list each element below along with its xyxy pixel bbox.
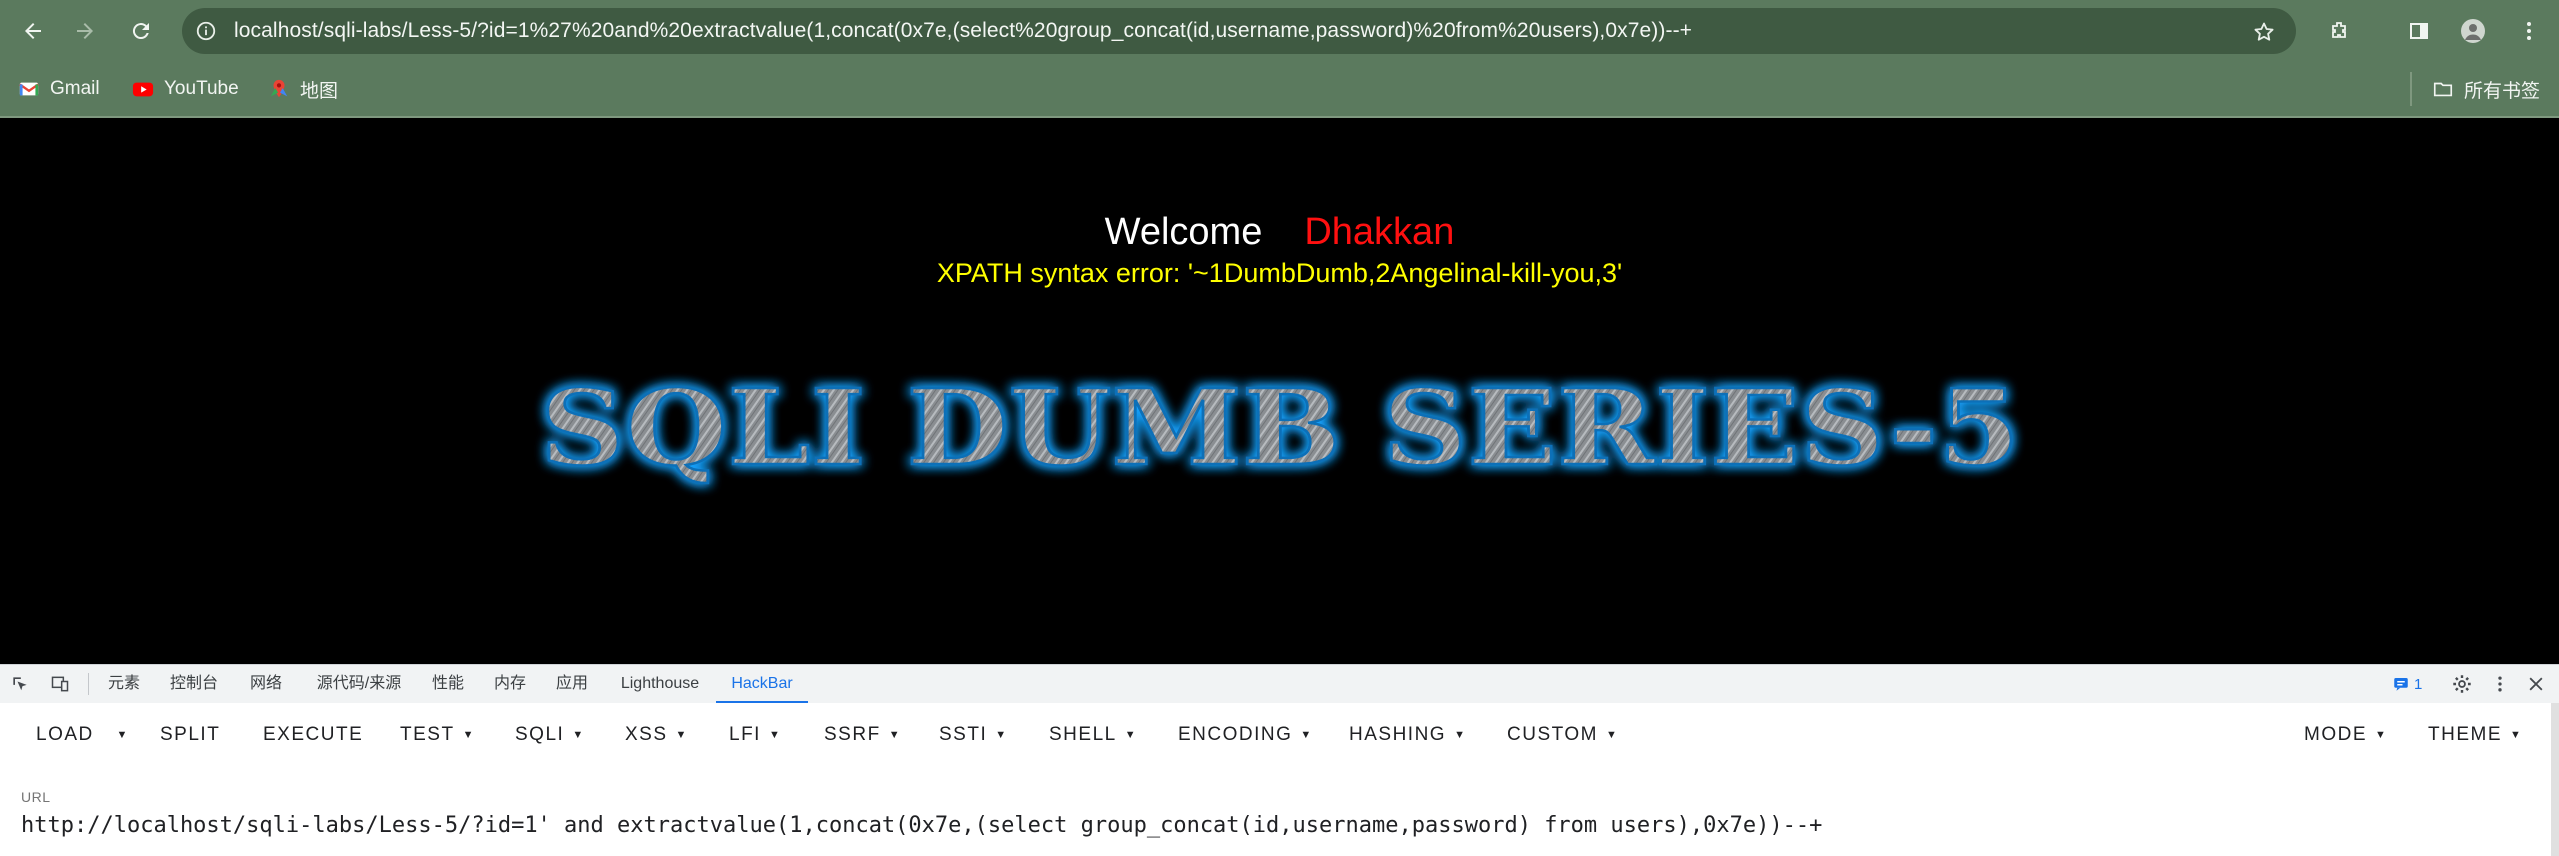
folder-icon: [2432, 78, 2454, 100]
chevron-down-icon: ▼: [2375, 729, 2386, 741]
bookmarks-bar: Gmail YouTube 地图 所有书签: [0, 62, 2559, 118]
chevron-down-icon: ▼: [462, 729, 474, 741]
chevron-down-icon: ▼: [1124, 729, 1136, 741]
devtools-tab-bar: 元素 控制台 网络 源代码/来源 性能 内存 应用 Lighthouse Hac…: [0, 664, 2559, 704]
encoding-menu-button[interactable]: ENCODING ▼: [1178, 717, 1311, 753]
tab-lighthouse[interactable]: Lighthouse: [612, 665, 708, 703]
all-bookmarks-label: 所有书签: [2464, 80, 2541, 102]
issues-icon: [2394, 678, 2408, 691]
close-devtools-icon[interactable]: [2524, 672, 2548, 696]
tab-hackbar[interactable]: HackBar: [716, 665, 808, 703]
reload-icon[interactable]: [120, 10, 162, 52]
hackbar-panel: LOAD ▼ SPLIT EXECUTE TEST ▼ SQLI ▼ XSS ▼ LF…: [0, 703, 2559, 856]
load-button[interactable]: LOAD: [36, 717, 94, 753]
all-bookmarks-button[interactable]: 所有书签: [2432, 74, 2540, 104]
tab-application[interactable]: 应用: [548, 665, 596, 703]
device-toolbar-icon[interactable]: [48, 672, 72, 696]
youtube-icon: [132, 78, 154, 100]
ssrf-menu-button[interactable]: SSRF ▼: [824, 717, 900, 753]
inspect-element-icon[interactable]: [8, 672, 32, 696]
split-button[interactable]: SPLIT: [160, 717, 220, 753]
back-icon[interactable]: [12, 10, 54, 52]
address-bar[interactable]: localhost/sqli-labs/Less-5/?id=1%27%20an…: [182, 8, 2296, 54]
chevron-down-icon: ▼: [1605, 729, 1617, 741]
encoding-label: ENCODING: [1178, 724, 1293, 745]
bookmark-label: YouTube: [164, 78, 239, 99]
xpath-error-message: XPATH syntax error: '~1DumbDumb,2Angelin…: [936, 258, 1623, 288]
chevron-down-icon: ▼: [995, 729, 1007, 741]
chevron-down-icon: ▼: [768, 729, 780, 741]
welcome-line: Welcome Dhakkan: [0, 210, 2559, 254]
welcome-name: Dhakkan: [1304, 211, 1455, 253]
sqli-label: SQLI: [515, 724, 565, 745]
tab-console[interactable]: 控制台: [162, 665, 226, 703]
side-panel-icon[interactable]: [2398, 10, 2440, 52]
shell-menu-button[interactable]: SHELL ▼: [1049, 717, 1136, 753]
devtools-menu-icon[interactable]: [2488, 672, 2512, 696]
maps-icon: [268, 78, 290, 100]
browser-menu-icon[interactable]: [2508, 10, 2550, 52]
custom-label: CUSTOM: [1507, 724, 1598, 745]
hackbar-scrollbar[interactable]: [2551, 703, 2559, 856]
bookmark-star-icon[interactable]: [2250, 18, 2278, 46]
theme-menu-button[interactable]: THEME ▼: [2428, 717, 2521, 753]
ssrf-label: SSRF: [824, 724, 881, 745]
ssti-menu-button[interactable]: SSTI ▼: [939, 717, 1006, 753]
tab-network[interactable]: 网络: [238, 665, 294, 703]
issues-count: 1: [2414, 675, 2423, 693]
series-title-text: SQLI DUMB SERIES-5: [540, 366, 2020, 489]
issues-badge[interactable]: 1: [2392, 673, 2422, 695]
profile-avatar[interactable]: [2452, 10, 2494, 52]
settings-gear-icon[interactable]: [2450, 672, 2474, 696]
mode-menu-button[interactable]: MODE ▼: [2304, 717, 2386, 753]
test-menu-button[interactable]: TEST ▼: [400, 717, 473, 753]
lfi-label: LFI: [729, 724, 761, 745]
theme-label: THEME: [2428, 724, 2502, 745]
chevron-down-icon: ▼: [888, 729, 900, 741]
tab-sources[interactable]: 源代码/来源: [306, 665, 412, 703]
execute-button[interactable]: EXECUTE: [263, 717, 363, 753]
ssti-label: SSTI: [939, 724, 988, 745]
page-viewport: Welcome Dhakkan XPATH syntax error: '~1Du…: [0, 118, 2559, 664]
bookmark-maps[interactable]: 地图: [268, 74, 338, 104]
load-dropdown-icon[interactable]: ▼: [110, 717, 134, 753]
series-title-image: SQLI DUMB SERIES-5: [0, 365, 2559, 491]
chevron-down-icon: ▼: [1454, 729, 1465, 741]
chevron-down-icon: ▼: [1300, 729, 1312, 741]
custom-menu-button[interactable]: CUSTOM ▼: [1507, 717, 1617, 753]
tab-elements[interactable]: 元素: [100, 665, 148, 703]
gmail-icon: [18, 78, 40, 100]
bookmark-label: Gmail: [50, 78, 100, 99]
sqli-menu-button[interactable]: SQLI ▼: [515, 717, 583, 753]
devtools-divider: [88, 673, 89, 695]
xss-menu-button[interactable]: XSS ▼: [625, 717, 686, 753]
tab-memory[interactable]: 内存: [486, 665, 534, 703]
url-input[interactable]: http://localhost/sqli-labs/Less-5/?id=1'…: [21, 813, 1822, 838]
browser-toolbar: localhost/sqli-labs/Less-5/?id=1%27%20an…: [0, 0, 2559, 62]
hashing-label: HASHING: [1349, 724, 1447, 745]
lfi-menu-button[interactable]: LFI ▼: [729, 717, 780, 753]
hashing-menu-button[interactable]: HASHING ▼: [1349, 717, 1465, 753]
bookmarks-divider: [2410, 72, 2412, 106]
test-label: TEST: [400, 724, 455, 745]
chevron-down-icon: ▼: [675, 729, 687, 741]
forward-icon[interactable]: [64, 10, 106, 52]
xss-label: XSS: [625, 724, 668, 745]
chevron-down-icon: ▼: [2510, 729, 2521, 741]
address-url[interactable]: localhost/sqli-labs/Less-5/?id=1%27%20an…: [234, 19, 1692, 43]
mode-label: MODE: [2304, 724, 2367, 745]
bookmark-youtube[interactable]: YouTube: [132, 74, 239, 104]
chevron-down-icon: ▼: [572, 729, 584, 741]
bookmark-label: 地图: [300, 80, 339, 102]
tab-performance[interactable]: 性能: [424, 665, 472, 703]
welcome-text: Welcome: [1104, 211, 1263, 253]
site-info-icon[interactable]: [192, 17, 220, 45]
extensions-icon[interactable]: [2318, 10, 2360, 52]
url-field-label: URL: [21, 789, 51, 805]
shell-label: SHELL: [1049, 724, 1117, 745]
bookmark-gmail[interactable]: Gmail: [18, 74, 100, 104]
